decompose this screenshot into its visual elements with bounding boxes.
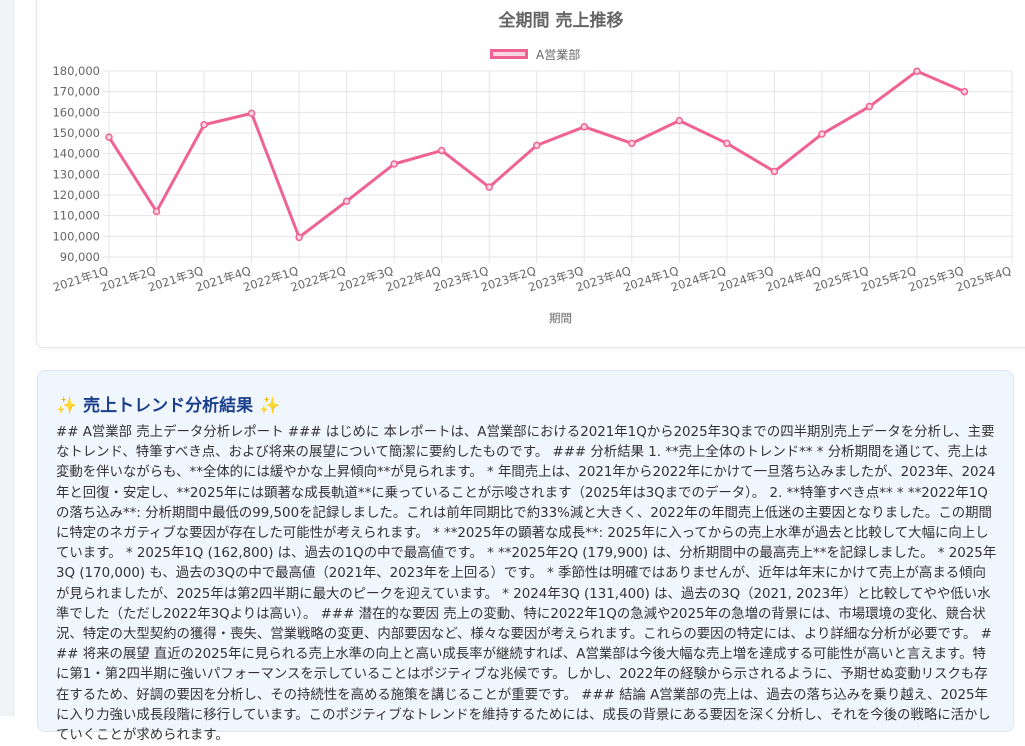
data-point bbox=[960, 87, 969, 96]
analysis-title: ✨ 売上トレンド分析結果 ✨ bbox=[56, 391, 280, 416]
data-point bbox=[105, 133, 113, 141]
x-tick-label: 2025年4Q bbox=[954, 264, 1013, 295]
data-point bbox=[390, 160, 398, 168]
data-point bbox=[723, 139, 731, 148]
y-tick-label: 140,000 bbox=[52, 147, 100, 161]
y-tick-label: 150,000 bbox=[52, 126, 100, 140]
analysis-card: ✨ 売上トレンド分析結果 ✨ ## A営業部 売上データ分析レポート ### は… bbox=[37, 370, 1014, 743]
sparkle-icon: ✨ bbox=[259, 396, 281, 416]
data-point bbox=[913, 67, 921, 75]
y-tick-label: 90,000 bbox=[60, 250, 100, 264]
data-point bbox=[675, 116, 684, 125]
data-point bbox=[247, 109, 256, 118]
y-tick-label: 170,000 bbox=[52, 85, 100, 99]
data-point bbox=[152, 207, 161, 216]
sparkle-icon: ✨ bbox=[56, 396, 78, 416]
analysis-text: ## A営業部 売上データ分析レポート ### はじめに 本レポートは、A営業部… bbox=[56, 425, 997, 744]
data-point bbox=[818, 130, 826, 138]
data-point bbox=[295, 233, 303, 242]
data-point bbox=[532, 141, 541, 150]
y-tick-label: 130,000 bbox=[52, 167, 100, 181]
data-point bbox=[342, 197, 351, 205]
y-tick-label: 160,000 bbox=[52, 105, 100, 119]
line-chart: 180,000 170,000 160,000 150,000 140,000 130,0… bbox=[51, 64, 1013, 325]
analysis-title-text: 売上トレンド分析結果 bbox=[83, 396, 254, 416]
data-point bbox=[437, 146, 446, 155]
y-tick-label: 110,000 bbox=[52, 209, 100, 223]
data-point bbox=[485, 183, 493, 191]
data-point bbox=[580, 123, 589, 131]
x-axis-label: 期間 bbox=[549, 311, 572, 325]
data-point bbox=[628, 139, 636, 148]
y-tick-label: 180,000 bbox=[52, 64, 100, 78]
y-tick-label: 100,000 bbox=[52, 229, 100, 243]
data-point bbox=[200, 120, 208, 129]
y-tick-label: 120,000 bbox=[52, 188, 100, 202]
data-point bbox=[865, 102, 874, 111]
data-point bbox=[770, 167, 779, 176]
